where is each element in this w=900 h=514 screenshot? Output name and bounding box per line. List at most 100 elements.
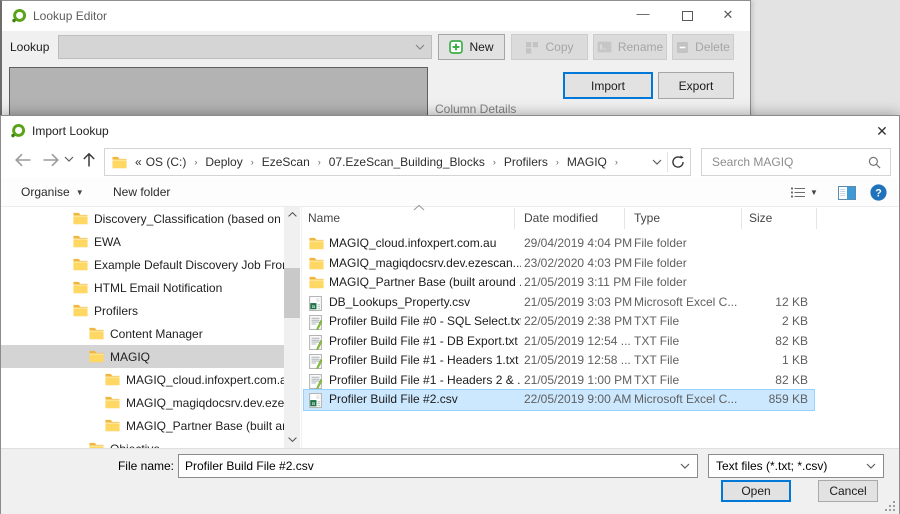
- scroll-down-icon[interactable]: [288, 437, 297, 442]
- file-row[interactable]: aProfiler Build File #2.csv22/05/2019 9:…: [304, 390, 814, 410]
- delete-icon: [676, 41, 689, 54]
- column-header-size[interactable]: Size: [749, 211, 772, 225]
- column-details-label: Column Details: [435, 102, 516, 116]
- close-icon[interactable]: ✕: [717, 5, 739, 25]
- breadcrumb-separator-icon[interactable]: ›: [609, 157, 624, 167]
- resize-grip[interactable]: [885, 501, 896, 512]
- tree-item[interactable]: Content Manager: [1, 322, 284, 345]
- file-name-input[interactable]: Profiler Build File #2.csv: [178, 454, 698, 478]
- column-header-name[interactable]: Name: [308, 211, 340, 225]
- file-row[interactable]: Profiler Build File #1 - Headers 1.txt21…: [304, 351, 814, 371]
- folder-icon: [105, 419, 120, 432]
- chevron-down-icon: [866, 463, 876, 469]
- new-folder-button[interactable]: New folder: [113, 185, 170, 199]
- breadcrumb-item[interactable]: MAGIQ: [565, 155, 609, 169]
- file-type-select[interactable]: Text files (*.txt; *.csv): [708, 454, 884, 478]
- tree-item[interactable]: Example Default Discovery Job From F: [1, 253, 284, 276]
- file-size-cell: 1 KB: [716, 351, 808, 371]
- file-row[interactable]: MAGIQ_cloud.infoxpert.com.au29/04/2019 4…: [304, 234, 814, 254]
- ezescan-logo-icon: [10, 123, 26, 139]
- new-button[interactable]: New: [438, 34, 505, 60]
- tree-scrollbar[interactable]: [284, 207, 300, 448]
- file-list-header: Name Date modified Type Size: [304, 207, 816, 230]
- tree-item[interactable]: HTML Email Notification: [1, 276, 284, 299]
- breadcrumb-separator-icon[interactable]: ›: [312, 157, 327, 167]
- file-row[interactable]: MAGIQ_Partner Base (built around ...21/0…: [304, 273, 814, 293]
- breadcrumb-item[interactable]: EzeScan: [260, 155, 312, 169]
- tree-item[interactable]: Discovery_Classification (based on W(: [1, 207, 284, 230]
- back-icon[interactable]: [14, 153, 32, 167]
- file-row[interactable]: aDB_Lookups_Property.csv21/05/2019 3:03 …: [304, 293, 814, 313]
- tree-item[interactable]: MAGIQ: [1, 345, 284, 368]
- breadcrumb-item[interactable]: Profilers: [502, 155, 550, 169]
- cancel-button[interactable]: Cancel: [818, 480, 878, 502]
- file-date-cell: 21/05/2019 1:00 PM: [524, 371, 632, 391]
- minimize-icon[interactable]: —: [632, 2, 654, 22]
- address-chevron-icon[interactable]: [652, 159, 662, 165]
- breadcrumb: «OS (C:)›Deploy›EzeScan›07.EzeScan_Build…: [133, 155, 690, 169]
- tree-item[interactable]: MAGIQ_magiqdocsrv.dev.ezescan.: [1, 391, 284, 414]
- breadcrumb-separator-icon[interactable]: ›: [245, 157, 260, 167]
- refresh-icon[interactable]: [671, 155, 685, 169]
- breadcrumb-separator-icon[interactable]: ›: [550, 157, 565, 167]
- chevron-down-icon[interactable]: [680, 463, 690, 469]
- address-bar[interactable]: «OS (C:)›Deploy›EzeScan›07.EzeScan_Build…: [104, 148, 691, 176]
- breadcrumb-item[interactable]: OS (C:): [144, 155, 189, 169]
- txt-icon: [309, 354, 322, 369]
- maximize-icon[interactable]: [676, 5, 698, 25]
- tree-item-label: MAGIQ_cloud.infoxpert.com.au: [126, 373, 284, 387]
- history-chevron-icon[interactable]: [64, 156, 74, 162]
- tree-item[interactable]: Profilers: [1, 299, 284, 322]
- tree-item[interactable]: Objective: [1, 437, 284, 448]
- scroll-up-icon[interactable]: [288, 212, 297, 217]
- file-row[interactable]: Profiler Build File #0 - SQL Select.txt2…: [304, 312, 814, 332]
- up-icon[interactable]: [82, 152, 96, 168]
- breadcrumb-item[interactable]: «: [133, 155, 144, 169]
- file-row[interactable]: MAGIQ_magiqdocsrv.dev.ezescan....23/02/2…: [304, 254, 814, 274]
- organise-menu[interactable]: Organise ▼: [21, 185, 84, 199]
- file-name-cell: DB_Lookups_Property.csv: [329, 293, 521, 313]
- file-size-cell: 12 KB: [716, 293, 808, 313]
- file-row[interactable]: Profiler Build File #1 - Headers 2 & ...…: [304, 371, 814, 391]
- column-header-date-modified[interactable]: Date modified: [524, 211, 598, 225]
- editor-titlebar[interactable]: Lookup Editor — ✕: [2, 1, 750, 31]
- help-icon[interactable]: ?: [870, 184, 887, 201]
- file-row[interactable]: Profiler Build File #1 - DB Export.txt21…: [304, 332, 814, 352]
- breadcrumb-separator-icon[interactable]: ›: [487, 157, 502, 167]
- import-button[interactable]: Import: [563, 72, 653, 99]
- file-date-cell: 21/05/2019 3:03 PM: [524, 293, 632, 313]
- folder-icon: [73, 281, 88, 294]
- tree-item-label: HTML Email Notification: [94, 281, 222, 295]
- new-document-icon: [449, 40, 463, 54]
- preview-pane-icon[interactable]: [838, 186, 856, 200]
- tree-item[interactable]: MAGIQ_cloud.infoxpert.com.au: [1, 368, 284, 391]
- file-list: Name Date modified Type Size MAGIQ_cloud…: [304, 207, 871, 448]
- tree-item[interactable]: MAGIQ_Partner Base (built around: [1, 414, 284, 437]
- folder-icon: [105, 396, 120, 409]
- search-icon[interactable]: [868, 156, 881, 169]
- export-button[interactable]: Export: [658, 72, 734, 99]
- open-button[interactable]: Open: [721, 480, 791, 502]
- breadcrumb-item[interactable]: 07.EzeScan_Building_Blocks: [327, 155, 487, 169]
- dialog-titlebar[interactable]: Import Lookup ✕: [1, 116, 899, 145]
- dialog-footer: File name: Profiler Build File #2.csv Te…: [1, 448, 899, 514]
- tree-item[interactable]: EWA: [1, 230, 284, 253]
- folder-icon: [73, 304, 88, 317]
- txt-icon: [309, 335, 322, 350]
- column-header-type[interactable]: Type: [634, 211, 660, 225]
- forward-icon[interactable]: [42, 153, 60, 167]
- breadcrumb-separator-icon[interactable]: ›: [188, 157, 203, 167]
- lookup-combobox[interactable]: [58, 35, 432, 59]
- folder-icon: [73, 235, 88, 248]
- import-lookup-dialog: Import Lookup ✕ «OS (C:)›Deploy›EzeScan›…: [0, 115, 900, 514]
- file-name-cell: MAGIQ_cloud.infoxpert.com.au: [329, 234, 521, 254]
- file-date-cell: 29/04/2019 4:04 PM: [524, 234, 632, 254]
- folder-tree: Discovery_Classification (based on W(EWA…: [1, 207, 284, 448]
- change-view-button[interactable]: ▼: [790, 186, 818, 199]
- file-size-cell: [716, 254, 808, 274]
- search-input[interactable]: Search MAGIQ: [701, 148, 891, 176]
- breadcrumb-item[interactable]: Deploy: [203, 155, 244, 169]
- scrollbar-thumb[interactable]: [284, 268, 300, 318]
- svg-text:I..: I..: [600, 43, 606, 52]
- close-icon[interactable]: ✕: [870, 120, 894, 142]
